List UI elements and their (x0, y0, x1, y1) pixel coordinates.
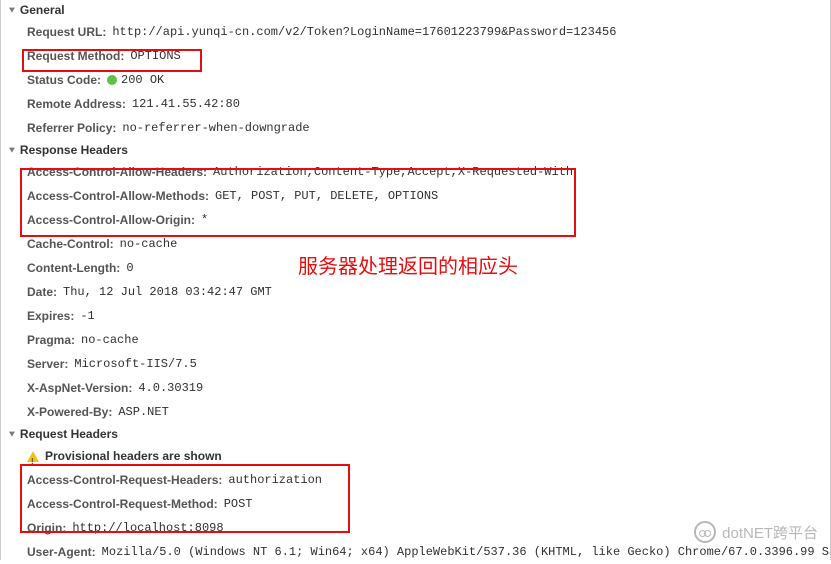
response-header-row: X-AspNet-Version: 4.0.30319 (1, 376, 830, 400)
provisional-text: Provisional headers are shown (45, 446, 222, 466)
response-header-row: Access-Control-Allow-Headers: Authorizati… (1, 160, 830, 184)
label-status-code: Status Code: (27, 70, 101, 90)
response-header-row: Date: Thu, 12 Jul 2018 03:42:47 GMT (1, 280, 830, 304)
header-value: ASP.NET (118, 402, 168, 422)
section-general[interactable]: ▼ General (1, 0, 830, 20)
request-header-row: Access-Control-Request-Headers: authoriza… (1, 468, 830, 492)
status-dot-icon (107, 75, 117, 85)
section-title: General (20, 3, 65, 17)
row-request-url: Request URL: http://api.yunqi-cn.com/v2/… (1, 20, 830, 44)
row-remote-address: Remote Address: 121.41.55.42:80 (1, 92, 830, 116)
header-label: X-AspNet-Version: (27, 378, 132, 398)
header-label: Access-Control-Allow-Headers: (27, 162, 207, 182)
label-request-method: Request Method: (27, 46, 124, 66)
header-label: Access-Control-Request-Headers: (27, 470, 222, 490)
header-value: 0 (126, 258, 133, 278)
value-status-code: 200 OK (107, 70, 164, 90)
row-provisional: Provisional headers are shown (1, 444, 830, 468)
header-value: * (201, 210, 208, 230)
status-code-text: 200 OK (121, 73, 164, 87)
request-header-row: Access-Control-Request-Method: POST (1, 492, 830, 516)
header-value: no-cache (120, 234, 178, 254)
value-referrer-policy: no-referrer-when-downgrade (122, 118, 309, 138)
response-header-row: Server: Microsoft-IIS/7.5 (1, 352, 830, 376)
label-remote-address: Remote Address: (27, 94, 126, 114)
header-label: Date: (27, 282, 57, 302)
value-remote-address: 121.41.55.42:80 (132, 94, 240, 114)
row-status-code: Status Code: 200 OK (1, 68, 830, 92)
response-header-row: Access-Control-Allow-Origin: * (1, 208, 830, 232)
annotation-text: 服务器处理返回的相应头 (298, 250, 518, 279)
response-header-row: X-Powered-By: ASP.NET (1, 400, 830, 424)
label-referrer-policy: Referrer Policy: (27, 118, 116, 138)
triangle-down-icon: ▼ (7, 145, 17, 154)
header-value: POST (224, 494, 253, 514)
response-header-row: Pragma: no-cache (1, 328, 830, 352)
header-value: Authorization,Content-Type,Accept,X-Requ… (213, 162, 573, 182)
value-request-url: http://api.yunqi-cn.com/v2/Token?LoginNa… (112, 22, 616, 42)
header-label: Access-Control-Allow-Methods: (27, 186, 209, 206)
triangle-down-icon: ▼ (7, 5, 17, 14)
header-label: X-Powered-By: (27, 402, 112, 422)
header-label: Access-Control-Allow-Origin: (27, 210, 195, 230)
section-title: Response Headers (20, 143, 128, 157)
header-value: 4.0.30319 (138, 378, 203, 398)
header-value: GET, POST, PUT, DELETE, OPTIONS (215, 186, 438, 206)
header-label: Pragma: (27, 330, 75, 350)
header-value: Microsoft-IIS/7.5 (74, 354, 196, 374)
header-value: authorization (228, 470, 322, 490)
header-label: Origin: (27, 518, 66, 538)
triangle-down-icon: ▼ (7, 429, 17, 438)
header-label: Expires: (27, 306, 74, 326)
request-header-row: User-Agent: Mozilla/5.0 (Windows NT 6.1; … (1, 540, 830, 564)
row-request-method: Request Method: OPTIONS (1, 44, 830, 68)
watermark: dotNET跨平台 (694, 521, 818, 543)
row-referrer-policy: Referrer Policy: no-referrer-when-downgr… (1, 116, 830, 140)
header-label: Server: (27, 354, 68, 374)
warning-icon (27, 451, 39, 462)
header-label: Cache-Control: (27, 234, 114, 254)
response-header-row: Expires: -1 (1, 304, 830, 328)
header-value: no-cache (81, 330, 139, 350)
wechat-icon (694, 521, 716, 543)
headers-panel: ▼ General Request URL: http://api.yunqi-… (0, 0, 831, 560)
header-label: User-Agent: (27, 542, 96, 562)
section-title: Request Headers (20, 427, 118, 441)
section-response-headers[interactable]: ▼ Response Headers (1, 140, 830, 160)
watermark-text: dotNET跨平台 (722, 522, 818, 543)
response-header-row: Access-Control-Allow-Methods: GET, POST, … (1, 184, 830, 208)
label-request-url: Request URL: (27, 22, 106, 42)
header-value: -1 (80, 306, 94, 326)
header-value: Mozilla/5.0 (Windows NT 6.1; Win64; x64)… (102, 542, 830, 562)
value-request-method: OPTIONS (130, 46, 180, 66)
header-label: Content-Length: (27, 258, 120, 278)
section-request-headers[interactable]: ▼ Request Headers (1, 424, 830, 444)
header-value: http://localhost:8098 (72, 518, 223, 538)
header-label: Access-Control-Request-Method: (27, 494, 218, 514)
header-value: Thu, 12 Jul 2018 03:42:47 GMT (63, 282, 272, 302)
